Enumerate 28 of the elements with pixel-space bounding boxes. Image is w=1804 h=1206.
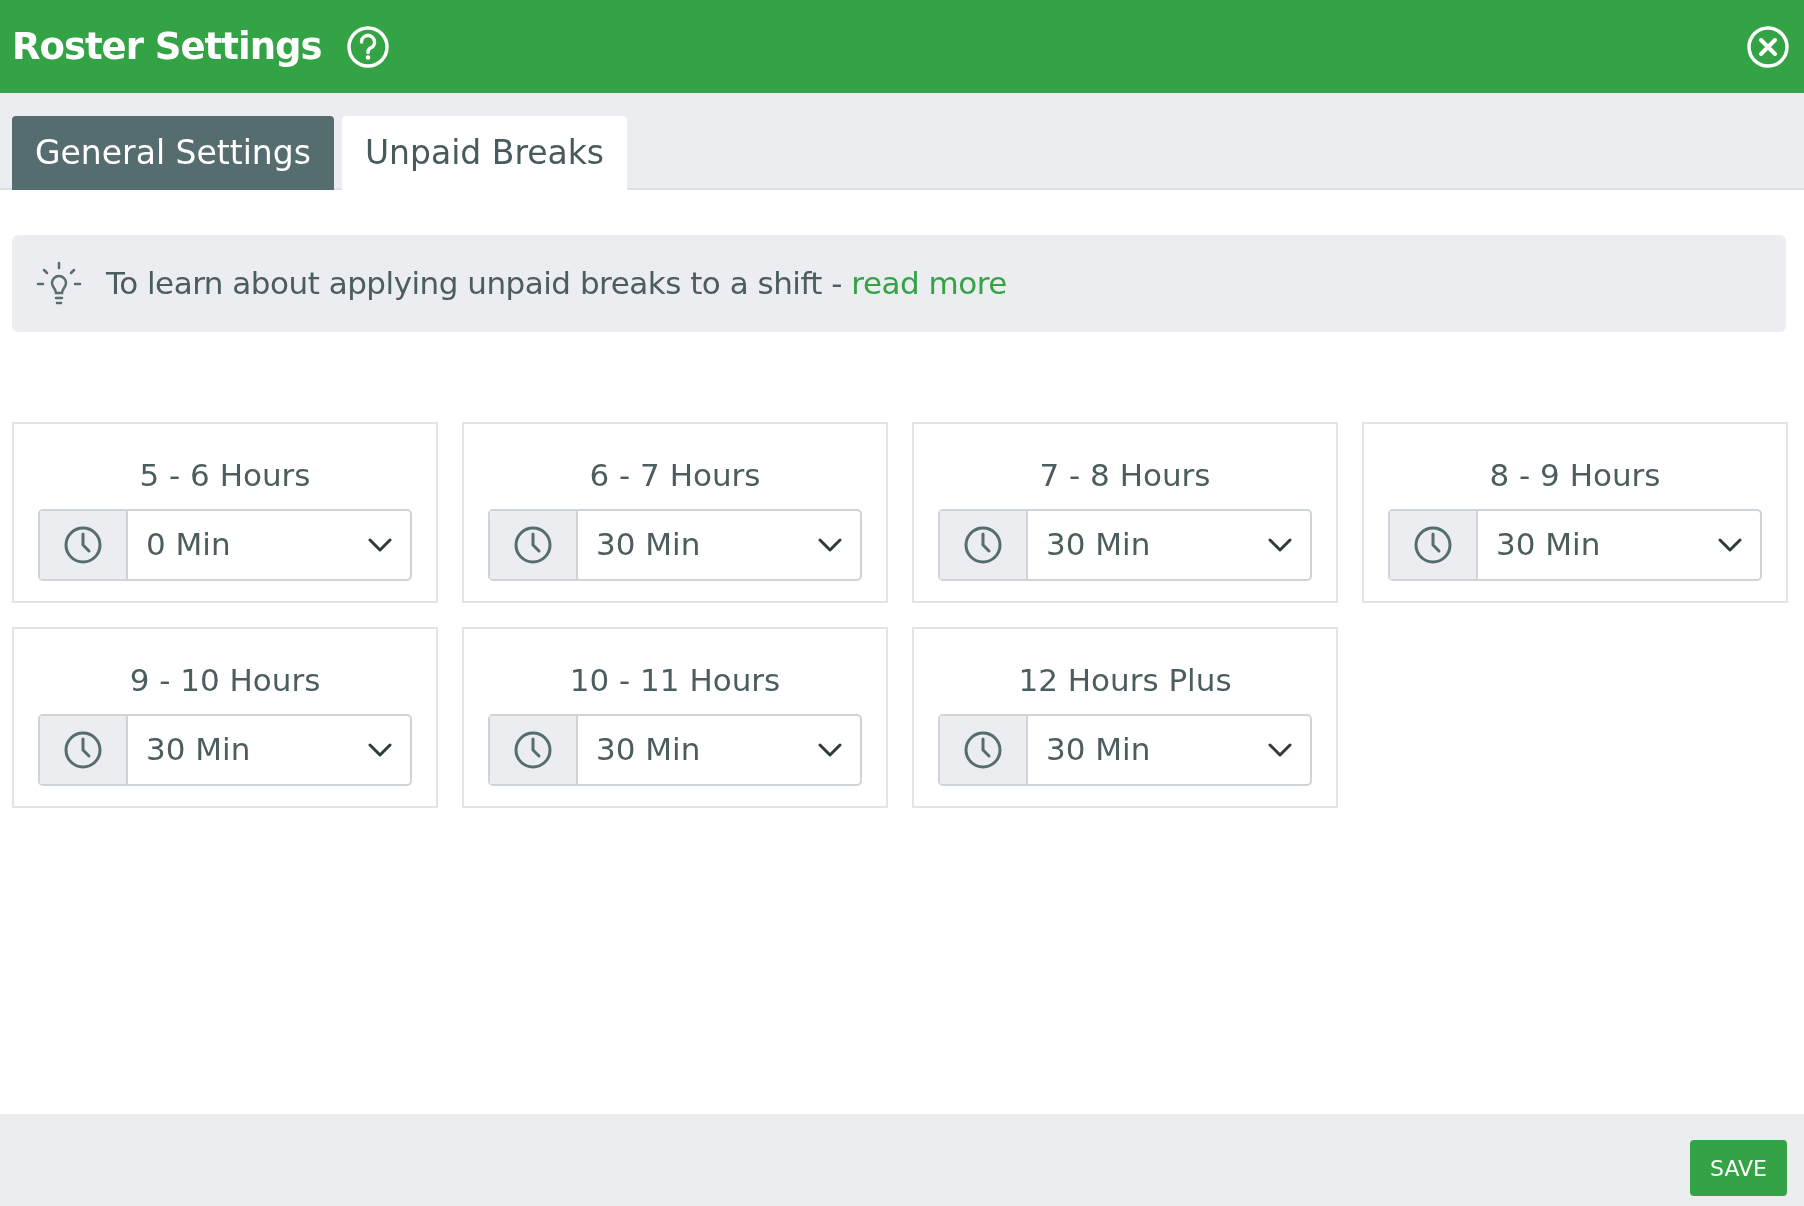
tab[interactable]: General Settings bbox=[12, 116, 334, 190]
clock-icon bbox=[1413, 524, 1453, 565]
tab[interactable]: Unpaid Breaks bbox=[341, 116, 628, 190]
clock-icon bbox=[63, 729, 103, 770]
break-label: 10 - 11 Hours bbox=[568, 661, 782, 700]
info-text: To learn about applying unpaid breaks to a shift - read more bbox=[106, 264, 1007, 304]
clock-icon bbox=[513, 524, 553, 565]
clock-icon bbox=[63, 524, 103, 565]
lightbulb-icon bbox=[36, 260, 82, 307]
break-label: 8 - 9 Hours bbox=[1488, 456, 1662, 495]
chevron-down-icon bbox=[1268, 537, 1292, 552]
close-icon[interactable] bbox=[1746, 24, 1790, 69]
break-label: 5 - 6 Hours bbox=[138, 456, 312, 495]
help-icon[interactable] bbox=[345, 24, 390, 69]
chevron-down-icon bbox=[368, 537, 392, 552]
break-label: 12 Hours Plus bbox=[1017, 661, 1233, 700]
chevron-down-icon bbox=[1268, 742, 1292, 757]
break-label: 7 - 8 Hours bbox=[1038, 456, 1212, 495]
dialog-title: Roster Settings bbox=[12, 23, 322, 70]
break-label: 9 - 10 Hours bbox=[128, 661, 322, 700]
clock-icon bbox=[963, 524, 1003, 565]
break-label: 6 - 7 Hours bbox=[588, 456, 762, 495]
clock-icon bbox=[963, 729, 1003, 770]
clock-icon bbox=[513, 729, 553, 770]
chevron-down-icon bbox=[1718, 537, 1742, 552]
chevron-down-icon bbox=[818, 742, 842, 757]
chevron-down-icon bbox=[368, 742, 392, 757]
chevron-down-icon bbox=[818, 537, 842, 552]
